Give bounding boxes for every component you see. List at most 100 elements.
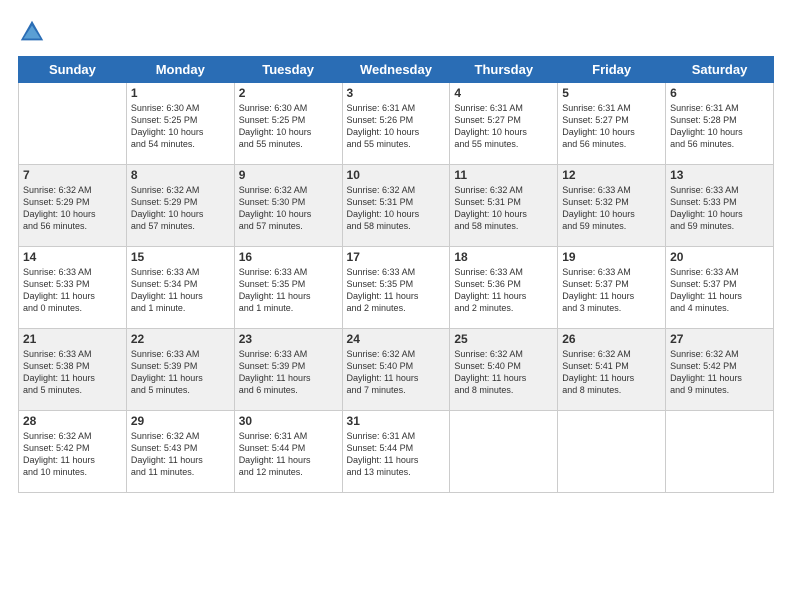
day-number: 9 [239,168,338,182]
day-number: 13 [670,168,769,182]
day-number: 1 [131,86,230,100]
calendar-cell: 19Sunrise: 6:33 AM Sunset: 5:37 PM Dayli… [558,247,666,329]
day-info: Sunrise: 6:33 AM Sunset: 5:33 PM Dayligh… [670,184,769,233]
day-info: Sunrise: 6:33 AM Sunset: 5:39 PM Dayligh… [239,348,338,397]
day-info: Sunrise: 6:33 AM Sunset: 5:35 PM Dayligh… [239,266,338,315]
day-number: 16 [239,250,338,264]
calendar-cell [19,83,127,165]
day-number: 24 [347,332,446,346]
day-number: 10 [347,168,446,182]
day-info: Sunrise: 6:30 AM Sunset: 5:25 PM Dayligh… [239,102,338,151]
logo [18,18,50,46]
calendar-cell: 30 Sunrise: 6:31 AM Sunset: 5:44 PM Dayli… [234,411,342,493]
day-number: 31 [347,414,446,428]
day-number: 29 [131,414,230,428]
day-number: 21 [23,332,122,346]
weekday-sunday: Sunday [19,57,127,83]
calendar-table: SundayMondayTuesdayWednesdayThursdayFrid… [18,56,774,493]
page: SundayMondayTuesdayWednesdayThursdayFrid… [0,0,792,612]
calendar-cell: 8 Sunrise: 6:32 AM Sunset: 5:29 PM Daylig… [126,165,234,247]
day-info: Sunrise: 6:31 AM Sunset: 5:28 PM Dayligh… [670,102,769,151]
day-number: 28 [23,414,122,428]
day-info: Sunrise: 6:31 AM Sunset: 5:27 PM Dayligh… [454,102,553,151]
day-info: Sunrise: 6:31 AM Sunset: 5:44 PM Dayligh… [239,430,338,479]
calendar-cell: 13 Sunrise: 6:33 AM Sunset: 5:33 PM Dayli… [666,165,774,247]
day-info: Sunrise: 6:32 AM Sunset: 5:29 PM Dayligh… [131,184,230,233]
day-number: 11 [454,168,553,182]
day-info: Sunrise: 6:32 AM Sunset: 5:29 PM Dayligh… [23,184,122,233]
calendar-cell: 21 Sunrise: 6:33 AM Sunset: 5:38 PM Dayli… [19,329,127,411]
week-row-5: 28 Sunrise: 6:32 AM Sunset: 5:42 PM Dayli… [19,411,774,493]
week-row-1: 1 Sunrise: 6:30 AM Sunset: 5:25 PM Daylig… [19,83,774,165]
calendar-cell: 27 Sunrise: 6:32 AM Sunset: 5:42 PM Dayli… [666,329,774,411]
day-number: 30 [239,414,338,428]
day-info: Sunrise: 6:33 AM Sunset: 5:38 PM Dayligh… [23,348,122,397]
day-info: Sunrise: 6:33 AM Sunset: 5:39 PM Dayligh… [131,348,230,397]
day-info: Sunrise: 6:30 AM Sunset: 5:25 PM Dayligh… [131,102,230,151]
day-number: 20 [670,250,769,264]
calendar-cell: 16 Sunrise: 6:33 AM Sunset: 5:35 PM Dayli… [234,247,342,329]
day-number: 7 [23,168,122,182]
week-row-3: 14 Sunrise: 6:33 AM Sunset: 5:33 PM Dayli… [19,247,774,329]
calendar-cell: 23 Sunrise: 6:33 AM Sunset: 5:39 PM Dayli… [234,329,342,411]
day-info: Sunrise: 6:33 AM Sunset: 5:35 PM Dayligh… [347,266,446,315]
day-info: Sunrise: 6:31 AM Sunset: 5:44 PM Dayligh… [347,430,446,479]
day-number: 2 [239,86,338,100]
calendar-cell [666,411,774,493]
day-number: 12 [562,168,661,182]
day-info: Sunrise: 6:33 AM Sunset: 5:32 PM Dayligh… [562,184,661,233]
calendar-cell: 18 Sunrise: 6:33 AM Sunset: 5:36 PM Dayli… [450,247,558,329]
calendar-cell: 20 Sunrise: 6:33 AM Sunset: 5:37 PM Dayli… [666,247,774,329]
calendar-cell [558,411,666,493]
day-info: Sunrise: 6:33 AM Sunset: 5:37 PM Dayligh… [562,266,661,315]
calendar-cell: 26 Sunrise: 6:32 AM Sunset: 5:41 PM Dayli… [558,329,666,411]
calendar-cell: 7 Sunrise: 6:32 AM Sunset: 5:29 PM Daylig… [19,165,127,247]
day-info: Sunrise: 6:32 AM Sunset: 5:31 PM Dayligh… [347,184,446,233]
day-info: Sunrise: 6:33 AM Sunset: 5:36 PM Dayligh… [454,266,553,315]
day-number: 3 [347,86,446,100]
weekday-tuesday: Tuesday [234,57,342,83]
day-number: 14 [23,250,122,264]
weekday-monday: Monday [126,57,234,83]
day-number: 26 [562,332,661,346]
calendar-cell: 31 Sunrise: 6:31 AM Sunset: 5:44 PM Dayli… [342,411,450,493]
day-info: Sunrise: 6:32 AM Sunset: 5:43 PM Dayligh… [131,430,230,479]
day-number: 18 [454,250,553,264]
weekday-friday: Friday [558,57,666,83]
day-info: Sunrise: 6:32 AM Sunset: 5:40 PM Dayligh… [347,348,446,397]
week-row-2: 7 Sunrise: 6:32 AM Sunset: 5:29 PM Daylig… [19,165,774,247]
calendar-cell: 15Sunrise: 6:33 AM Sunset: 5:34 PM Dayli… [126,247,234,329]
day-number: 6 [670,86,769,100]
day-info: Sunrise: 6:31 AM Sunset: 5:26 PM Dayligh… [347,102,446,151]
day-info: Sunrise: 6:32 AM Sunset: 5:42 PM Dayligh… [670,348,769,397]
calendar-cell: 25Sunrise: 6:32 AM Sunset: 5:40 PM Dayli… [450,329,558,411]
day-info: Sunrise: 6:32 AM Sunset: 5:31 PM Dayligh… [454,184,553,233]
day-number: 23 [239,332,338,346]
day-number: 27 [670,332,769,346]
calendar-cell: 5Sunrise: 6:31 AM Sunset: 5:27 PM Daylig… [558,83,666,165]
weekday-thursday: Thursday [450,57,558,83]
weekday-header-row: SundayMondayTuesdayWednesdayThursdayFrid… [19,57,774,83]
day-number: 17 [347,250,446,264]
calendar-cell: 17 Sunrise: 6:33 AM Sunset: 5:35 PM Dayli… [342,247,450,329]
calendar-cell: 6 Sunrise: 6:31 AM Sunset: 5:28 PM Daylig… [666,83,774,165]
day-number: 8 [131,168,230,182]
day-number: 15 [131,250,230,264]
logo-icon [18,18,46,46]
day-number: 25 [454,332,553,346]
day-info: Sunrise: 6:32 AM Sunset: 5:41 PM Dayligh… [562,348,661,397]
day-info: Sunrise: 6:32 AM Sunset: 5:30 PM Dayligh… [239,184,338,233]
day-info: Sunrise: 6:31 AM Sunset: 5:27 PM Dayligh… [562,102,661,151]
day-info: Sunrise: 6:33 AM Sunset: 5:33 PM Dayligh… [23,266,122,315]
weekday-wednesday: Wednesday [342,57,450,83]
day-info: Sunrise: 6:33 AM Sunset: 5:37 PM Dayligh… [670,266,769,315]
calendar-cell: 4Sunrise: 6:31 AM Sunset: 5:27 PM Daylig… [450,83,558,165]
calendar-cell: 3 Sunrise: 6:31 AM Sunset: 5:26 PM Daylig… [342,83,450,165]
calendar-cell [450,411,558,493]
calendar-cell: 1 Sunrise: 6:30 AM Sunset: 5:25 PM Daylig… [126,83,234,165]
calendar-cell: 14 Sunrise: 6:33 AM Sunset: 5:33 PM Dayli… [19,247,127,329]
calendar-cell: 12 Sunrise: 6:33 AM Sunset: 5:32 PM Dayli… [558,165,666,247]
day-number: 22 [131,332,230,346]
day-info: Sunrise: 6:32 AM Sunset: 5:42 PM Dayligh… [23,430,122,479]
week-row-4: 21 Sunrise: 6:33 AM Sunset: 5:38 PM Dayli… [19,329,774,411]
